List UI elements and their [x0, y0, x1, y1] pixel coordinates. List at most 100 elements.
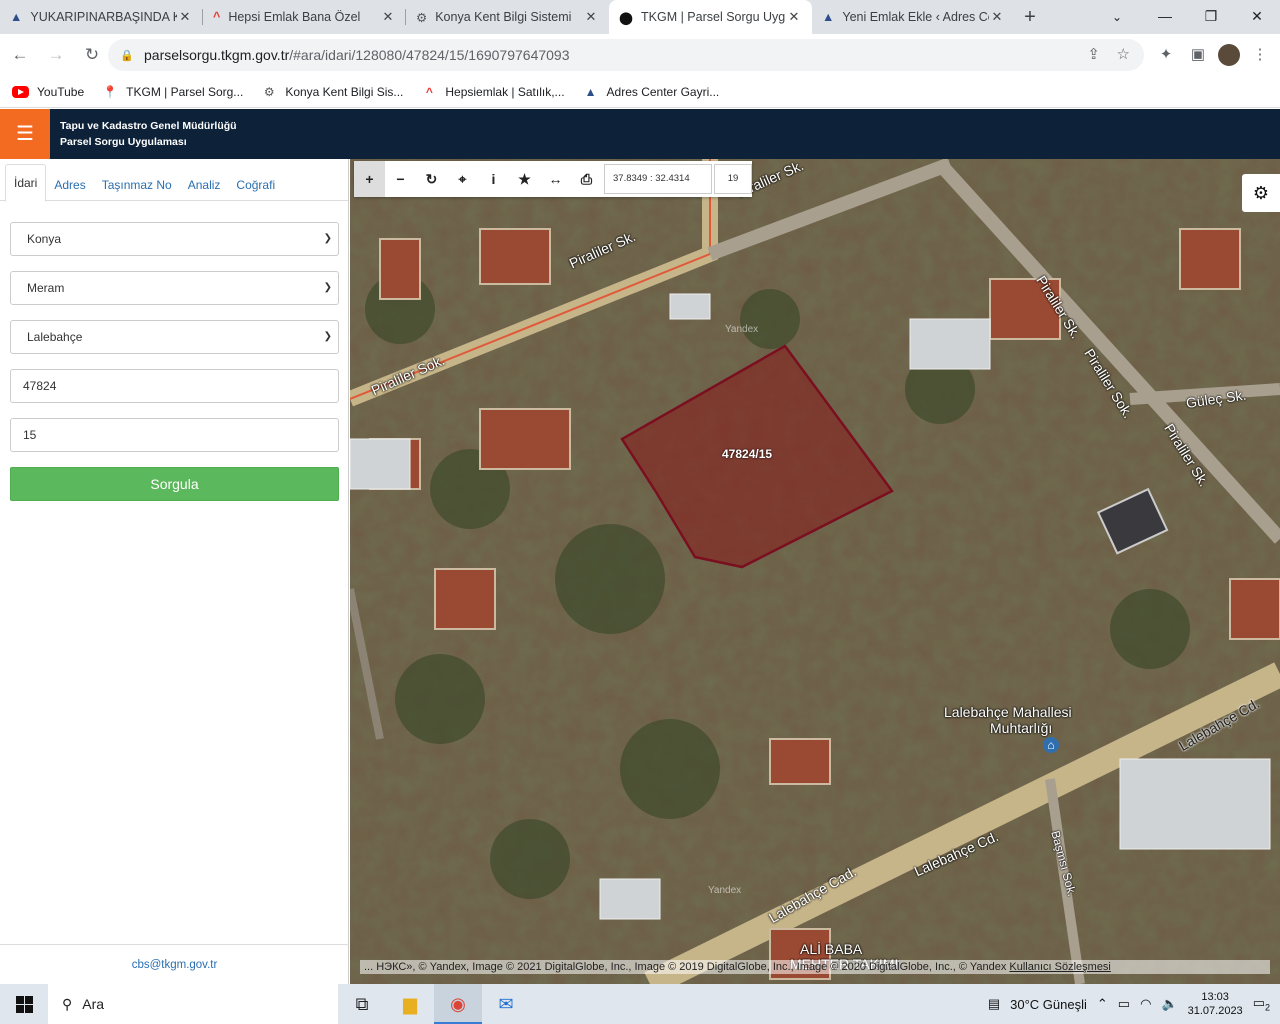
chevron-down-icon: ❯ — [323, 331, 332, 342]
browser-tab[interactable]: ⚙ Konya Kent Bilgi Sistemi ✕ — [406, 0, 609, 34]
side-panel-icon[interactable]: ▣ — [1186, 39, 1210, 71]
notification-icon[interactable]: ▭2 — [1253, 995, 1270, 1013]
tab-title: TKGM | Parsel Sorgu Uyg — [641, 10, 786, 24]
browser-tab-active[interactable]: ⬤ TKGM | Parsel Sorgu Uyg ✕ — [609, 0, 812, 34]
tab-analiz[interactable]: Analiz — [180, 164, 229, 201]
zoom-in-button[interactable]: + — [354, 161, 385, 197]
bookmark-item[interactable]: ^ Hepsiemlak | Satılık,... — [421, 84, 565, 100]
parsel-input[interactable]: 15 — [10, 418, 339, 452]
sorgula-button[interactable]: Sorgula — [10, 467, 339, 501]
refresh-icon[interactable]: ↻ — [416, 161, 447, 197]
windows-start-icon[interactable] — [0, 984, 48, 1024]
government-poi-icon[interactable]: ⌂ — [1043, 737, 1059, 753]
weather-text[interactable]: 30°C Güneşli — [1010, 997, 1087, 1012]
chevron-down-icon[interactable]: ⌄ — [1102, 0, 1132, 34]
zoom-out-button[interactable]: − — [385, 161, 416, 197]
wifi-icon[interactable]: ◠ — [1140, 996, 1151, 1012]
url-text[interactable]: parselsorgu.tkgm.gov.tr/#ara/idari/12808… — [144, 47, 570, 63]
map-toolbar: + − ↻ ⌖ i ★ ↔ ⎙ 37.8349 : 32.4314 19 — [354, 161, 752, 197]
address-bar[interactable]: 🔒 parselsorgu.tkgm.gov.tr/#ara/idari/128… — [108, 39, 1144, 71]
mahalle-select[interactable]: Lalebahçe ❯ — [10, 320, 339, 354]
file-explorer-icon[interactable]: ▆ — [386, 984, 434, 1024]
chevron-down-icon: ❯ — [323, 233, 332, 244]
minimize-button[interactable]: — — [1142, 0, 1188, 34]
back-button[interactable]: ← — [4, 39, 36, 71]
adres-center-icon: ▲ — [584, 84, 597, 99]
menu-dots-icon[interactable]: ⋮ — [1248, 39, 1272, 71]
window-controls: — ❐ ✕ — [1142, 0, 1280, 34]
ilce-value: Meram — [27, 281, 65, 295]
ada-input[interactable]: 47824 — [10, 369, 339, 403]
taskbar-search[interactable]: ⚲ Ara — [48, 984, 338, 1024]
coordinate-readout: 37.8349 : 32.4314 — [604, 164, 712, 194]
konya-kbs-icon: ⚙ — [263, 84, 275, 99]
tab-title: YUKARIPINARBAŞINDA K — [30, 10, 177, 24]
satellite-map[interactable]: 47824/15 Piraliler Sk. Piraliler Sk. Pir… — [350, 159, 1280, 984]
browser-tab[interactable]: ^ Hepsi Emlak Bana Özel ✕ — [203, 0, 406, 34]
query-tabs: İdari Adres Taşınmaz No Analiz Coğrafi — [0, 159, 348, 202]
browser-tab[interactable]: ▲ YUKARIPINARBAŞINDA K ✕ — [0, 0, 203, 34]
chrome-icon[interactable]: ◉ — [434, 984, 482, 1024]
il-select[interactable]: Konya ❯ — [10, 222, 339, 256]
app-title-line2: Parsel Sorgu Uygulaması — [60, 136, 187, 148]
tab-adres[interactable]: Adres — [46, 164, 93, 201]
share-icon[interactable]: ⇪ — [1087, 45, 1100, 63]
star-icon[interactable]: ☆ — [1117, 45, 1130, 63]
print-icon[interactable]: ⎙ — [571, 161, 602, 197]
reload-button[interactable]: ↻ — [76, 39, 108, 71]
tab-tasinmaz-no[interactable]: Taşınmaz No — [94, 164, 180, 201]
close-icon[interactable]: ✕ — [989, 9, 1005, 25]
adres-center-icon: ▲ — [822, 10, 835, 24]
ilce-select[interactable]: Meram ❯ — [10, 271, 339, 305]
favorite-star-icon[interactable]: ★ — [509, 161, 540, 197]
new-tab-button[interactable]: + — [1015, 0, 1045, 34]
settings-gear-icon[interactable]: ⚙ — [1242, 174, 1280, 212]
system-tray: ▤ 30°C Güneşli ⌃ ▭ ◠ 🔈 13:03 31.07.2023 … — [988, 984, 1280, 1024]
avatar[interactable] — [1218, 44, 1240, 66]
bookmark-label: TKGM | Parsel Sorg... — [126, 84, 244, 99]
browser-tab-bar: ▲ YUKARIPINARBAŞINDA K ✕ ^ Hepsi Emlak B… — [0, 0, 1280, 34]
tab-idari[interactable]: İdari — [5, 164, 47, 202]
hepsiemlak-icon: ^ — [213, 10, 221, 24]
app-header: ☰ Tapu ve Kadastro Genel Müdürlüğü Parse… — [0, 109, 1280, 159]
chevron-up-icon[interactable]: ⌃ — [1097, 996, 1108, 1012]
weather-icon[interactable]: ▤ — [988, 996, 1000, 1012]
search-icon: ⚲ — [62, 995, 73, 1012]
tab-title: Hepsi Emlak Bana Özel — [228, 10, 361, 24]
ada-value: 47824 — [23, 379, 57, 393]
close-icon[interactable]: ✕ — [583, 9, 599, 25]
lock-icon[interactable]: 🔒 — [120, 49, 138, 62]
close-window-button[interactable]: ✕ — [1234, 0, 1280, 34]
bookmark-item[interactable]: ▲ Adres Center Gayri... — [583, 84, 720, 100]
forward-button[interactable]: → — [40, 39, 72, 71]
map-pin-icon: ⬤ — [619, 10, 633, 25]
hamburger-menu-icon[interactable]: ☰ — [0, 109, 50, 159]
info-icon[interactable]: i — [478, 161, 509, 197]
terms-link[interactable]: Kullanıcı Sözleşmesi — [1009, 961, 1111, 973]
extensions-icon[interactable]: ✦ — [1154, 39, 1178, 71]
bookmark-item[interactable]: ⚙ Konya Kent Bilgi Sis... — [261, 84, 403, 100]
bookmark-item[interactable]: YouTube — [12, 85, 84, 99]
volume-icon[interactable]: 🔈 — [1161, 996, 1177, 1012]
clock[interactable]: 13:03 31.07.2023 — [1188, 990, 1243, 1018]
notification-count: 2 — [1264, 1002, 1270, 1013]
bookmark-item[interactable]: 📍 TKGM | Parsel Sorg... — [102, 84, 244, 100]
close-icon[interactable]: ✕ — [177, 9, 193, 25]
close-icon[interactable]: ✕ — [380, 9, 396, 25]
poi-label: ALİ BABA — [800, 941, 863, 957]
mail-icon[interactable]: ✉ — [482, 984, 530, 1024]
locate-icon[interactable]: ⌖ — [447, 161, 478, 197]
task-view-icon[interactable]: ⧉ — [338, 984, 386, 1024]
map-attribution: ... НЭКС», © Yandex, Image © 2021 Digita… — [360, 960, 1270, 974]
zoom-level: 19 — [714, 164, 752, 194]
restore-button[interactable]: ❐ — [1188, 0, 1234, 34]
close-icon[interactable]: ✕ — [786, 9, 802, 25]
parcel-label[interactable]: 47824/15 — [722, 447, 772, 461]
battery-icon[interactable]: ▭ — [1118, 996, 1130, 1012]
youtube-icon — [12, 85, 29, 98]
mahalle-value: Lalebahçe — [27, 330, 83, 344]
tab-cografi[interactable]: Coğrafi — [228, 164, 283, 201]
contact-email-link[interactable]: cbs@tkgm.gov.tr — [0, 944, 349, 984]
measure-icon[interactable]: ↔ — [540, 161, 571, 197]
browser-tab[interactable]: ▲ Yeni Emlak Ekle ‹ Adres Ce ✕ — [812, 0, 1015, 34]
